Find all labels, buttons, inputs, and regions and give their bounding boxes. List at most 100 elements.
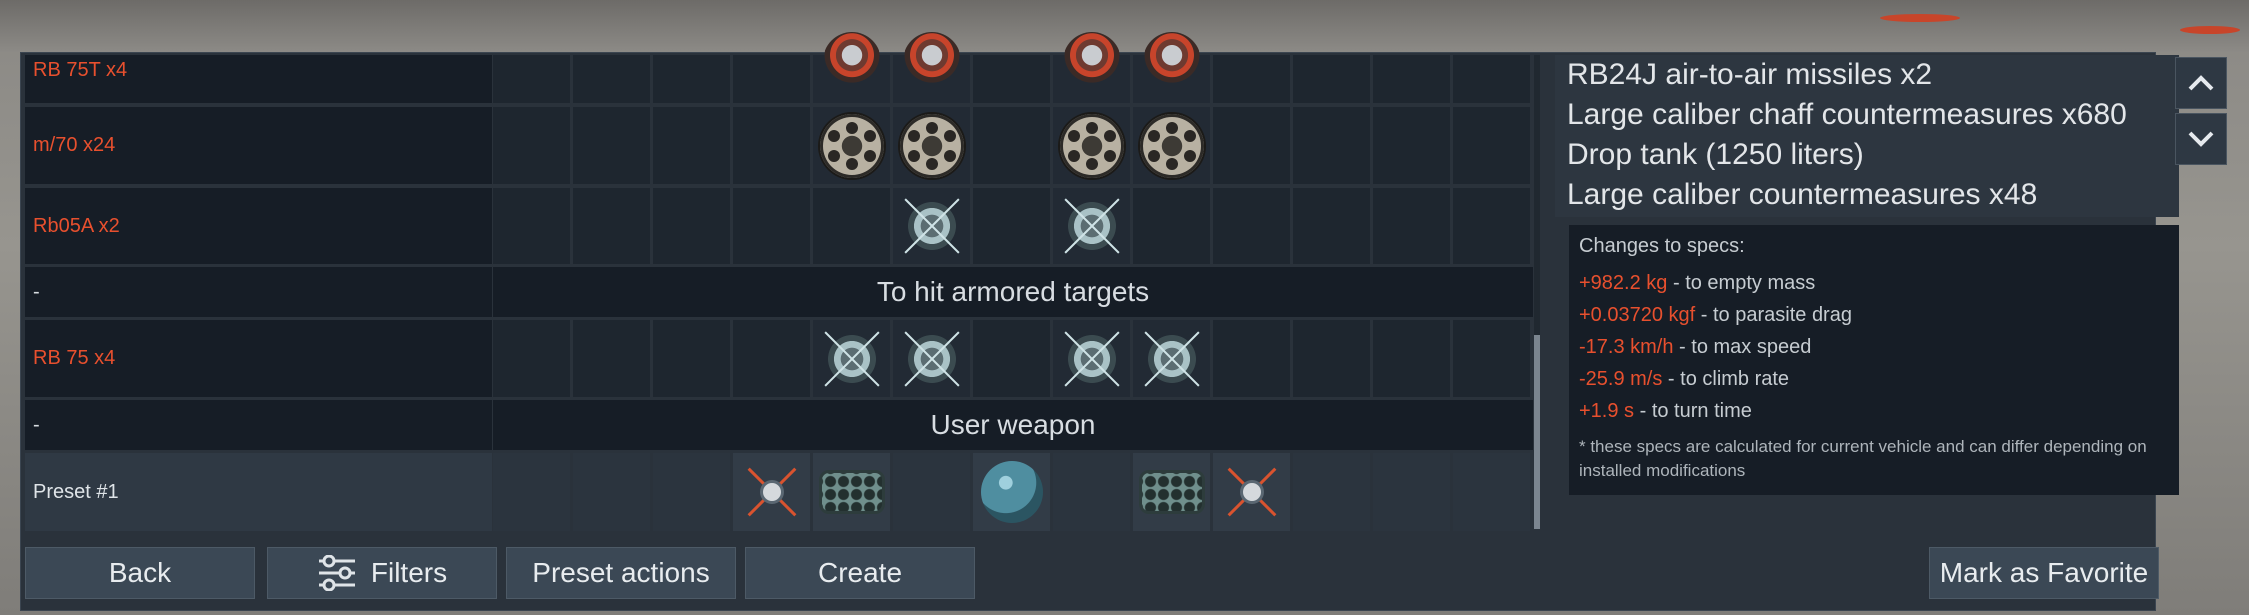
slot[interactable] [573,188,650,264]
weapon-row[interactable]: Rb05A x2 [25,188,1533,264]
slot[interactable] [1453,320,1530,397]
slot[interactable] [893,453,970,531]
slot[interactable] [813,107,890,184]
spec-value: +0.03720 kgf [1579,304,1696,326]
slot[interactable] [573,453,650,531]
slot[interactable] [893,31,970,103]
slot[interactable] [1453,55,1530,103]
slot[interactable] [1293,188,1370,264]
weapon-row-label: RB 75T x4 [25,55,492,103]
slot[interactable] [653,320,730,397]
slot[interactable] [653,453,730,531]
slot[interactable] [1133,107,1210,184]
filters-label: Filters [370,557,448,588]
slot[interactable] [1053,107,1130,184]
slot[interactable] [493,107,570,184]
slot[interactable] [1373,320,1450,397]
slot[interactable] [973,107,1050,184]
slot[interactable] [573,107,650,184]
slot[interactable] [813,31,890,103]
slot[interactable] [1453,188,1530,264]
scrollbar-thumb[interactable] [1534,335,1540,529]
slot[interactable] [973,453,1050,531]
drop-tank-icon [980,461,1043,523]
slot[interactable] [653,188,730,264]
slot[interactable] [1293,107,1370,184]
spec-value: +1.9 s [1579,400,1635,422]
slot[interactable] [733,55,810,103]
slot[interactable] [493,188,570,264]
missile-red-icon [822,31,881,90]
slot[interactable] [1373,453,1450,531]
slot[interactable] [893,320,970,397]
scroll-up-button[interactable] [2175,57,2227,109]
slot[interactable] [813,188,890,264]
spec-value: -17.3 km/h [1579,336,1674,358]
slot[interactable] [973,188,1050,264]
slot[interactable] [1213,107,1290,184]
slot[interactable] [1373,107,1450,184]
slot[interactable] [1373,188,1450,264]
weapon-row[interactable]: m/70 x24 [25,107,1533,184]
slot[interactable] [1133,188,1210,264]
slot[interactable] [573,320,650,397]
slot[interactable] [1213,453,1290,531]
slot[interactable] [1213,320,1290,397]
slot[interactable] [493,453,570,531]
slot[interactable] [493,55,570,103]
slot[interactable] [1053,320,1130,397]
create-button[interactable]: Create [745,547,975,599]
weapon-row[interactable]: RB 75T x4 [25,31,1533,103]
slot[interactable] [1293,320,1370,397]
weapon-row[interactable]: RB 75 x4 [25,320,1533,397]
slot[interactable] [1453,107,1530,184]
preset-actions-button[interactable]: Preset actions [506,547,736,599]
slot[interactable] [1053,453,1130,531]
slot[interactable] [653,107,730,184]
weapon-row-label: Rb05A x2 [25,188,492,264]
slot-cells [493,320,1530,397]
slot[interactable] [733,188,810,264]
sliders-icon [318,555,355,591]
slot[interactable] [893,107,970,184]
slot-cells [493,188,1530,264]
preset-row[interactable]: Preset #1 [25,453,1533,531]
slot[interactable] [733,453,810,531]
slot[interactable] [973,55,1050,103]
terrain-streak [1880,14,1960,22]
slot[interactable] [1373,55,1450,103]
slot[interactable] [1133,31,1210,103]
slot[interactable] [1053,188,1130,264]
spec-item: -17.3 km/h - to max speed [1569,331,2179,363]
filters-button[interactable]: Filters [267,547,497,599]
slot[interactable] [1133,453,1210,531]
slot[interactable] [973,320,1050,397]
missile-icon [1063,330,1120,387]
slot[interactable] [1053,31,1130,103]
mark-favorite-button[interactable]: Mark as Favorite [1929,547,2159,599]
slot[interactable] [653,55,730,103]
slot[interactable] [813,453,890,531]
slot[interactable] [1213,188,1290,264]
slot[interactable] [1293,55,1370,103]
slot[interactable] [733,107,810,184]
slot[interactable] [493,320,570,397]
create-label: Create [817,557,903,588]
slot-cells [493,107,1530,184]
slot[interactable] [573,55,650,103]
section-header: - User weapon [25,400,1533,450]
back-button[interactable]: Back [25,547,255,599]
scroll-down-button[interactable] [2175,113,2227,165]
slot[interactable] [813,320,890,397]
slot[interactable] [1293,453,1370,531]
missile-icon [1143,330,1200,387]
slot[interactable] [1213,55,1290,103]
section-dash: - [25,267,492,317]
section-dash: - [25,400,492,450]
slot[interactable] [1453,453,1530,531]
slot[interactable] [1133,320,1210,397]
spec-label: - to climb rate [1662,368,1790,390]
chevron-up-icon [2188,75,2214,91]
slot[interactable] [893,188,970,264]
slot[interactable] [733,320,810,397]
